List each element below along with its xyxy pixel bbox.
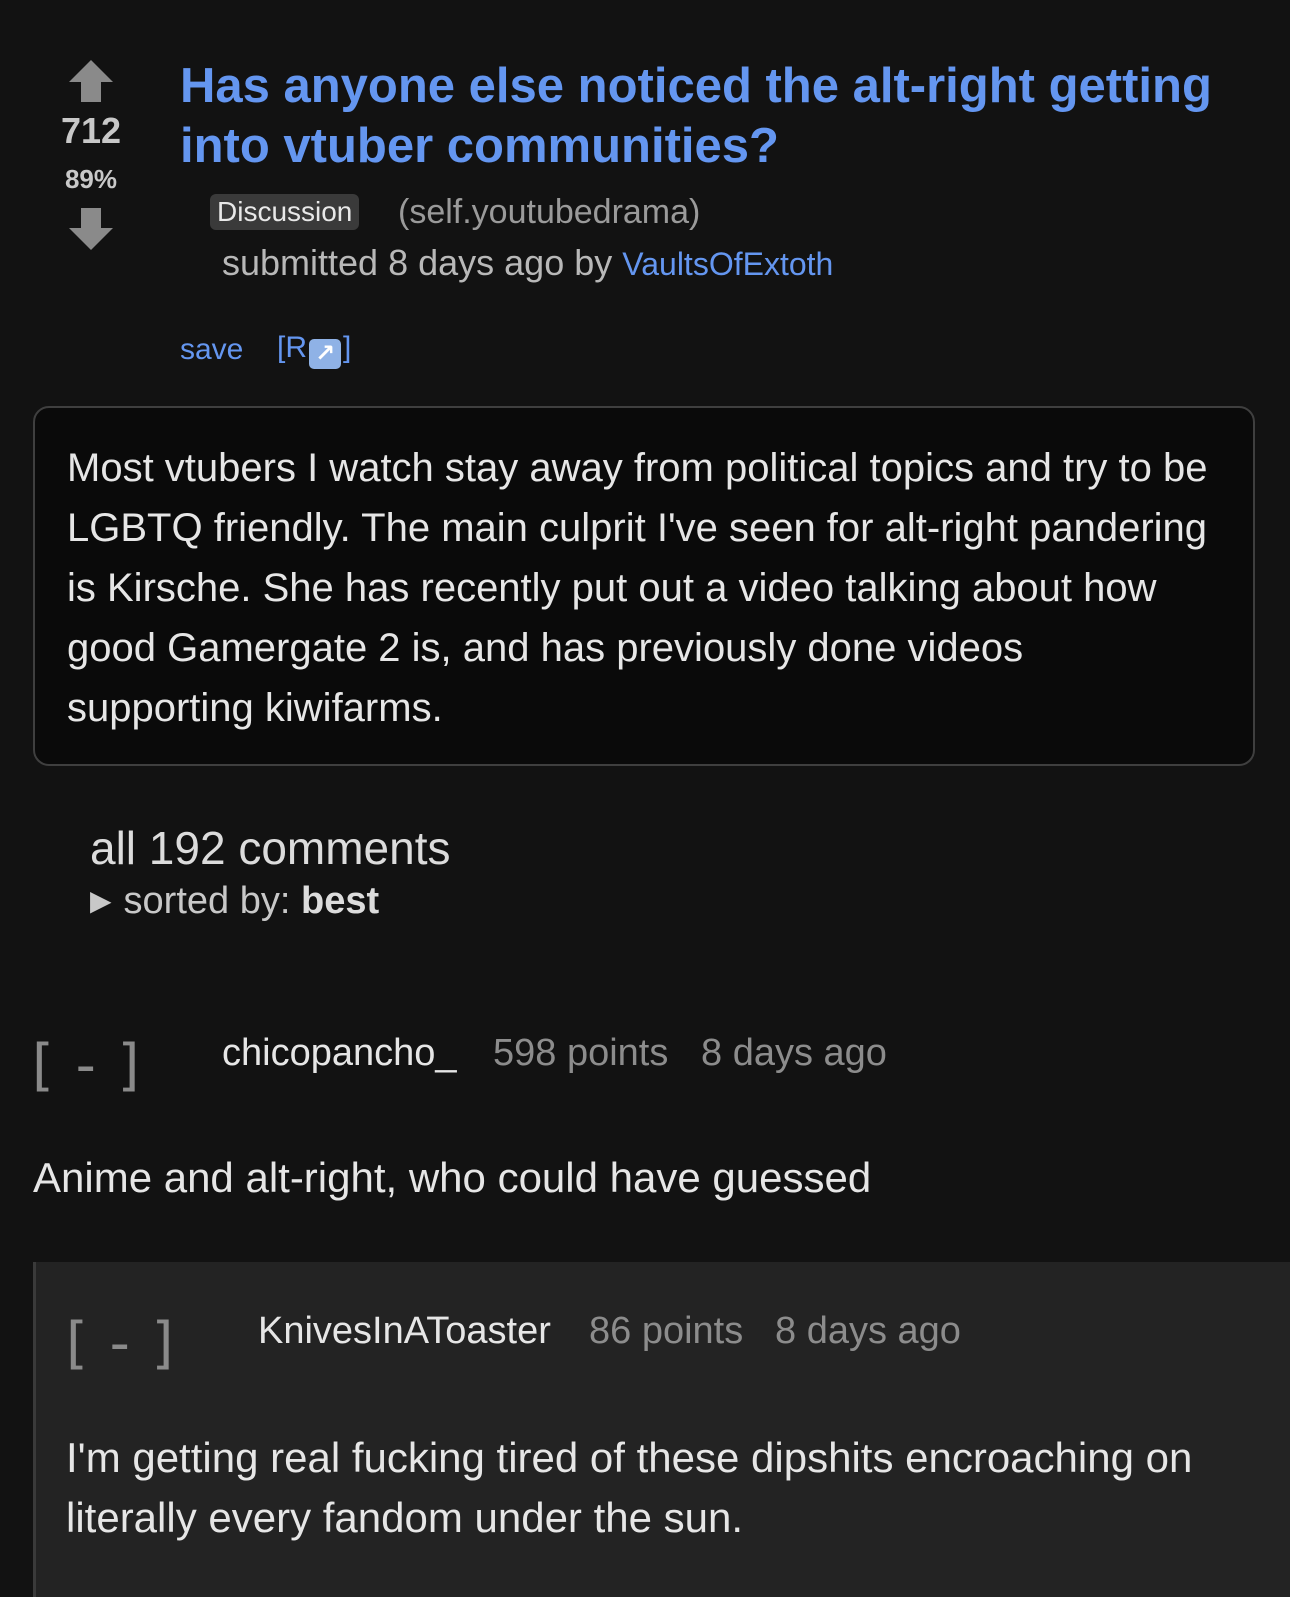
post-title[interactable]: Has anyone else noticed the alt-right ge… (180, 56, 1240, 176)
collapse-comment-button[interactable]: [ - ] (32, 1034, 142, 1098)
reply-author-link[interactable]: KnivesInAToaster (258, 1308, 551, 1354)
post-domain[interactable]: (self.youtubedrama) (398, 192, 700, 232)
sort-value: best (300, 880, 380, 922)
sort-selector[interactable]: ▶ sorted by: best (90, 878, 379, 924)
sort-label: sorted by: (123, 880, 291, 922)
r-link-prefix: [R (277, 331, 307, 364)
reply-points: 86 points (589, 1310, 744, 1352)
comment-points: 598 points (493, 1032, 669, 1074)
comment-timestamp: 8 days ago (701, 1032, 887, 1074)
expand-triangle-icon: ▶ (90, 885, 112, 916)
post-author-link[interactable]: VaultsOfExtoth (622, 246, 833, 282)
upvote-arrow-icon[interactable] (67, 58, 115, 106)
submitted-text: submitted 8 days ago by (222, 242, 613, 283)
submitted-line: submitted 8 days ago by VaultsOfExtoth (222, 242, 833, 285)
upvote-percent: 89% (64, 164, 118, 194)
post-score: 712 (60, 110, 122, 151)
r-link[interactable]: [R ↗] (277, 330, 351, 369)
external-link-icon: ↗ (309, 339, 341, 369)
comment-body: Anime and alt-right, who could have gues… (33, 1154, 872, 1201)
all-comments-link[interactable]: all 192 comments (90, 820, 451, 876)
reply-timestamp: 8 days ago (775, 1310, 961, 1352)
post-flair[interactable]: Discussion (210, 194, 360, 230)
post-body: Most vtubers I watch stay away from poli… (33, 406, 1255, 766)
reply-body: I'm getting real fucking tired of these … (66, 1434, 1193, 1541)
r-link-suffix: ] (343, 331, 352, 364)
collapse-reply-button[interactable]: [ - ] (66, 1312, 176, 1376)
save-link[interactable]: save (180, 332, 243, 368)
comment-author-link[interactable]: chicopancho_ (222, 1030, 457, 1076)
vote-column: 712 89% (48, 58, 134, 252)
downvote-arrow-icon[interactable] (67, 204, 115, 252)
